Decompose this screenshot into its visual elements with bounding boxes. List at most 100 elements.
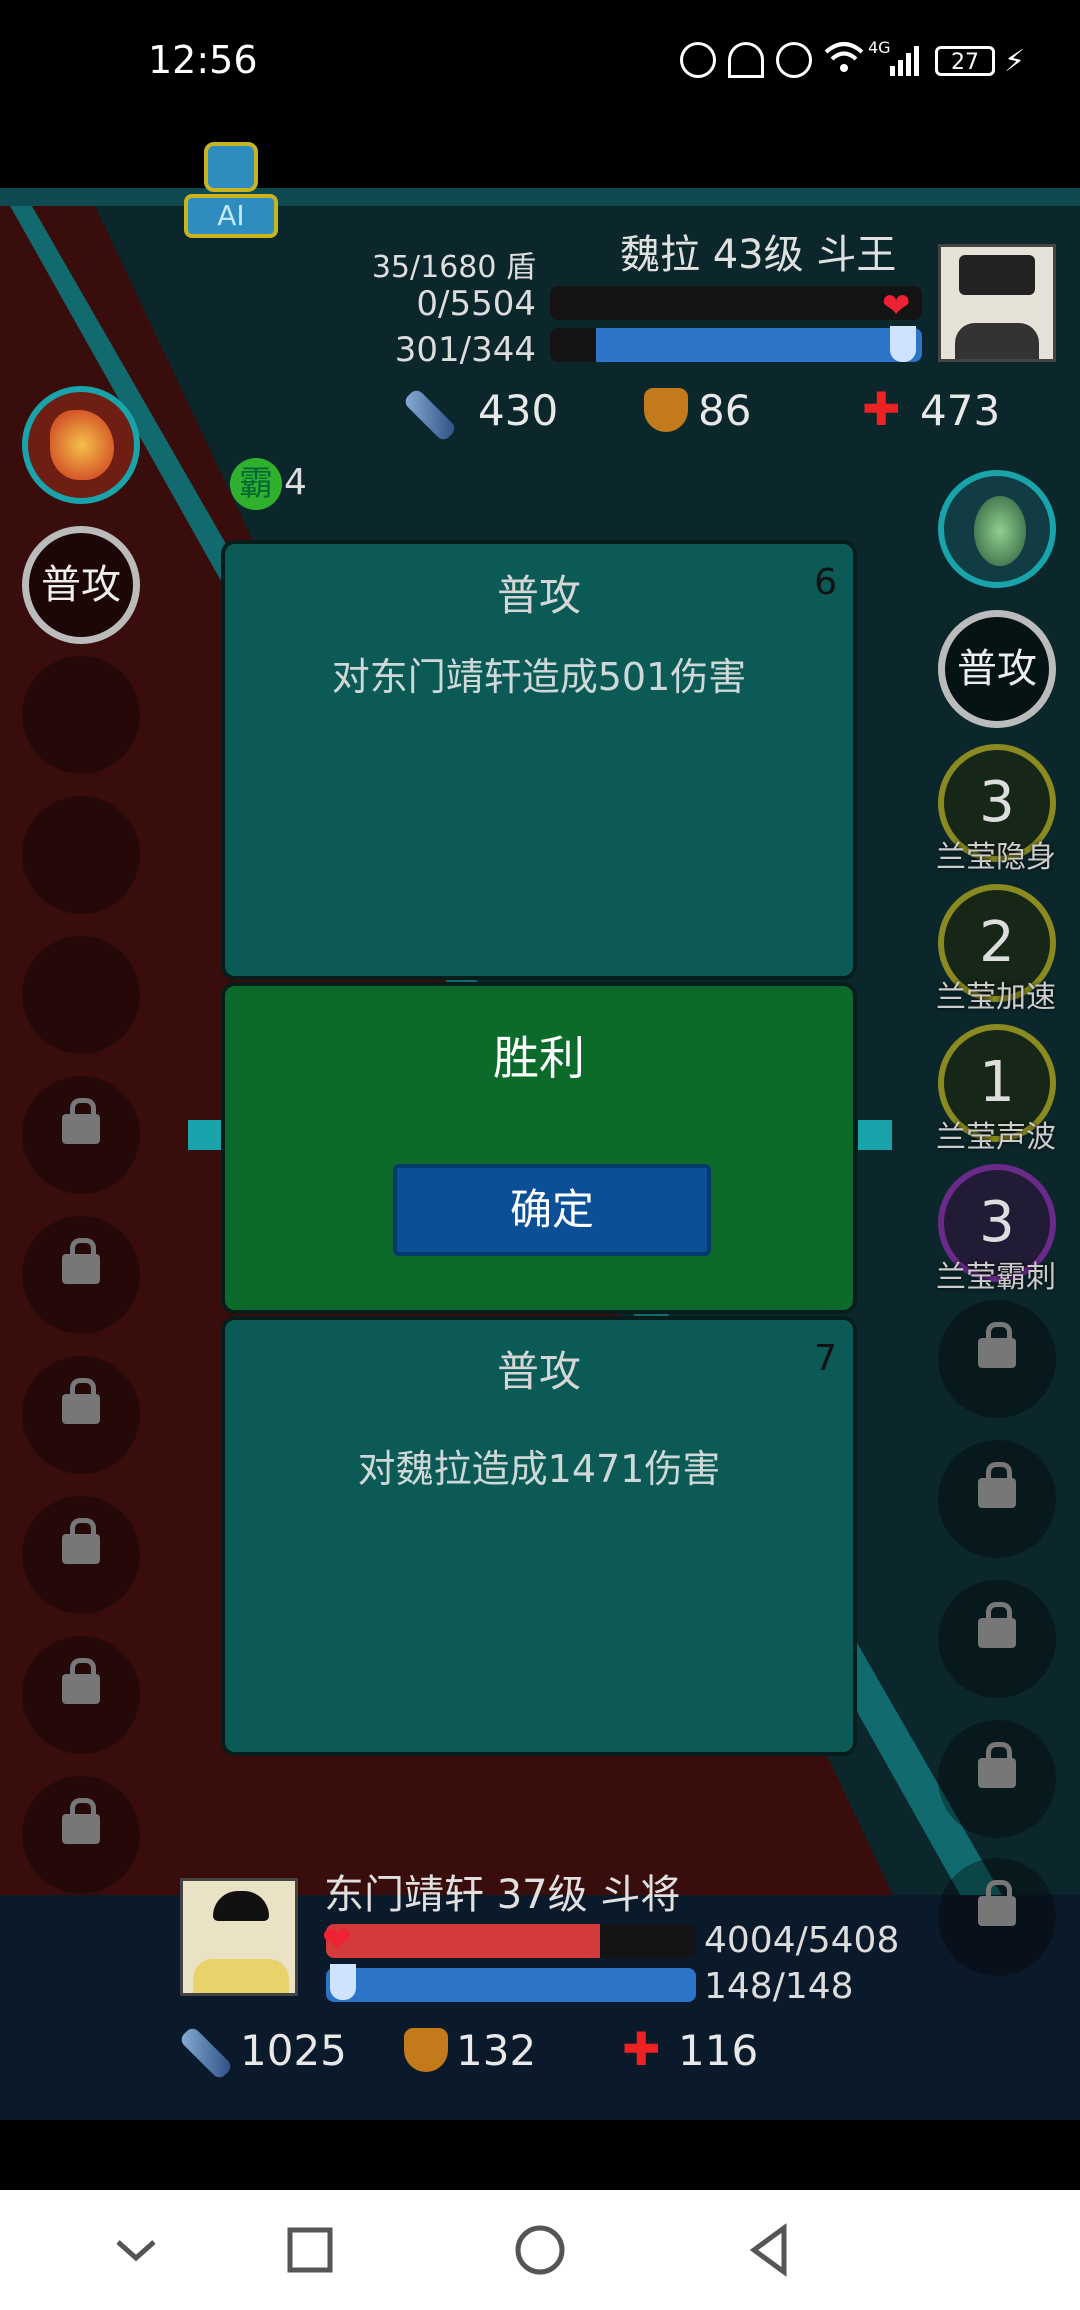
top-border	[0, 188, 1080, 206]
player-heal: 116	[678, 2026, 759, 2075]
left-marker	[188, 1120, 222, 1150]
player-skill-slot-locked[interactable]	[22, 1496, 140, 1614]
enemy-skill-2-label: 兰莹加速	[936, 980, 1056, 1015]
ai-robot-button[interactable]: AI	[184, 142, 278, 246]
lock-icon	[62, 1098, 100, 1144]
player-portrait[interactable]	[180, 1878, 298, 1996]
speedometer-icon	[728, 42, 764, 78]
confirm-button[interactable]: 确定	[393, 1164, 711, 1256]
buff-count: 4	[284, 462, 307, 503]
player-skill-slot-locked[interactable]	[22, 1776, 140, 1894]
status-bar: 12:56 4G 27 ⚡	[0, 0, 1080, 190]
player-skill-slot-empty[interactable]	[22, 936, 140, 1054]
player-mp-bar	[326, 1968, 696, 2002]
player-skill-slot-locked[interactable]	[22, 1076, 140, 1194]
enemy-hat	[959, 255, 1035, 295]
lock-icon	[62, 1238, 100, 1284]
enemy-mp-text: 301/344	[394, 330, 536, 370]
enemy-mp-fill	[596, 328, 922, 362]
player-skill-slot-locked[interactable]	[22, 1216, 140, 1334]
leaf-icon	[974, 496, 1026, 566]
player-skill-slot-locked[interactable]	[22, 1356, 140, 1474]
enemy-hp-text: 0/5504	[416, 284, 536, 324]
player-defense: 132	[456, 2026, 537, 2075]
player-skill-slot-locked[interactable]	[22, 1636, 140, 1754]
player-mp-fill	[326, 1968, 696, 2002]
lock-icon	[978, 1322, 1016, 1368]
player-name: 东门靖轩 37级 斗将	[324, 1872, 681, 1918]
enemy-robe	[955, 323, 1039, 359]
clock: 12:56	[148, 38, 258, 82]
right-marker	[858, 1120, 892, 1150]
lock-icon	[978, 1462, 1016, 1508]
log-bottom-turn: 7	[814, 1338, 837, 1379]
ai-label: AI	[184, 194, 278, 238]
log-top-text: 对东门靖轩造成501伤害	[331, 655, 747, 699]
wifi-icon	[824, 40, 864, 76]
alarm-icon	[776, 42, 812, 78]
log-bottom-title: 普攻	[496, 1347, 581, 1396]
enemy-mp-bar	[550, 328, 922, 362]
home-button[interactable]	[510, 2220, 570, 2280]
potion-icon	[330, 1964, 356, 2000]
enemy-skill-slot-locked[interactable]	[938, 1858, 1056, 1976]
lock-icon	[978, 1742, 1016, 1788]
enemy-heal: 473	[920, 386, 1001, 435]
log-bottom-text: 对魏拉造成1471伤害	[357, 1447, 721, 1491]
recents-button[interactable]	[280, 2220, 340, 2280]
heart-icon: ❤	[882, 286, 911, 326]
buff-icon: 霸	[230, 458, 282, 510]
combat-log-top: 普攻 6 对东门靖轩造成501伤害	[221, 540, 857, 980]
heal-cross-icon: ✚	[622, 2022, 661, 2076]
shield-icon	[644, 388, 688, 432]
enemy-name: 魏拉 43级 斗王	[620, 232, 897, 278]
enemy-shield: 35/1680 盾	[371, 250, 536, 285]
log-top-title: 普攻	[496, 571, 581, 620]
data-saver-icon	[680, 42, 716, 78]
charging-icon: ⚡	[1004, 44, 1026, 79]
enemy-skill-3-label: 兰莹声波	[936, 1120, 1056, 1155]
player-attack-button[interactable]: 普攻	[22, 526, 140, 644]
enemy-skill-slot-locked[interactable]	[938, 1720, 1056, 1838]
heart-icon: ❤	[322, 1920, 353, 1961]
lock-icon	[62, 1378, 100, 1424]
potion-icon	[890, 326, 916, 362]
victory-title: 胜利	[493, 1031, 585, 1085]
enemy-attack: 430	[478, 386, 559, 435]
chevron-down-icon[interactable]	[106, 2220, 166, 2280]
shield-icon	[404, 2028, 448, 2072]
player-skill-slot-empty[interactable]	[22, 656, 140, 774]
signal-icon	[888, 44, 924, 76]
lock-icon	[62, 1518, 100, 1564]
robot-icon	[204, 142, 258, 192]
combat-log-bottom: 普攻 7 对魏拉造成1471伤害	[221, 1316, 857, 1756]
player-skill-avatar[interactable]	[22, 386, 140, 504]
lock-icon	[978, 1880, 1016, 1926]
lock-icon	[62, 1798, 100, 1844]
player-hp-bar	[326, 1924, 696, 1958]
player-mp-text: 148/148	[704, 1966, 854, 2007]
enemy-skill-4-label: 兰莹霸刺	[936, 1260, 1056, 1295]
enemy-skill-slot-locked[interactable]	[938, 1440, 1056, 1558]
enemy-defense: 86	[698, 386, 752, 435]
player-robe	[193, 1959, 289, 1993]
enemy-attack-button[interactable]: 普攻	[938, 610, 1056, 728]
enemy-skill-1-label: 兰莹隐身	[936, 840, 1056, 875]
player-attack: 1025	[240, 2026, 347, 2075]
log-top-turn: 6	[814, 562, 837, 603]
enemy-skill-slot-locked[interactable]	[938, 1580, 1056, 1698]
heal-cross-icon: ✚	[862, 382, 901, 436]
player-hp-fill	[326, 1924, 600, 1958]
lock-icon	[62, 1658, 100, 1704]
victory-dialog: 胜利 确定	[221, 982, 857, 1314]
enemy-skill-avatar[interactable]	[938, 470, 1056, 588]
lock-icon	[978, 1602, 1016, 1648]
phoenix-icon	[50, 410, 114, 480]
back-button[interactable]	[740, 2220, 800, 2280]
enemy-portrait[interactable]	[938, 244, 1056, 362]
player-hair	[213, 1891, 269, 1921]
player-skill-slot-empty[interactable]	[22, 796, 140, 914]
navigation-bar	[0, 2190, 1080, 2310]
battery-indicator: 27	[935, 46, 995, 76]
enemy-skill-slot-locked[interactable]	[938, 1300, 1056, 1418]
